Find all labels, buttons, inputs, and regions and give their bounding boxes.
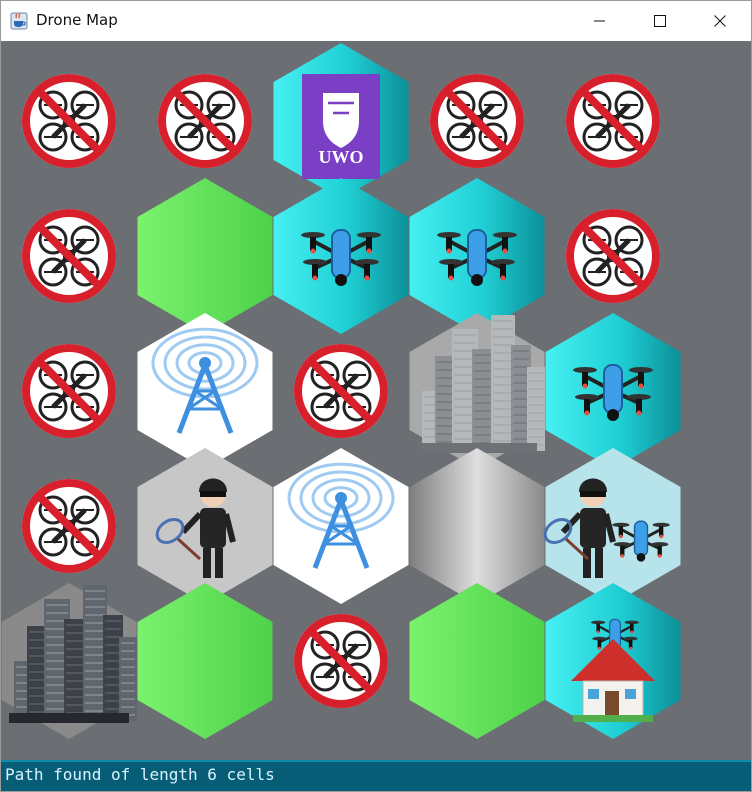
map-cell-no-fly — [294, 614, 388, 708]
close-icon — [714, 15, 726, 27]
map-cell-free-green — [137, 178, 273, 334]
map-cell-no-fly — [22, 479, 116, 573]
map-cell-no-fly — [430, 74, 524, 168]
minimize-icon — [594, 20, 605, 22]
map-cell-empty-gray — [409, 448, 545, 604]
map-cell-no-fly — [22, 209, 116, 303]
window-title: Drone Map — [36, 11, 118, 29]
hex-tile — [137, 583, 273, 739]
map-cell-no-fly — [22, 74, 116, 168]
map-cell-free-green — [409, 583, 545, 739]
map-cell-thief-drone — [543, 448, 681, 604]
drone-map-board: UWO — [1, 41, 751, 760]
map-cell-drone — [273, 178, 409, 334]
hex-map: UWO — [1, 43, 681, 739]
hex-tile — [409, 583, 545, 739]
minimize-button[interactable] — [577, 1, 623, 41]
map-cell-drone — [409, 178, 545, 334]
uwo-logo-icon: UWO — [302, 74, 380, 179]
uwo-label: UWO — [319, 147, 364, 167]
map-cell-no-fly — [566, 74, 660, 168]
drone-map-window: Drone Map UWO Path found of length 6 cel… — [0, 0, 752, 792]
status-bar: Path found of length 6 cells — [1, 760, 751, 791]
map-cell-tower — [137, 313, 273, 469]
map-cell-free-green — [137, 583, 273, 739]
map-cell-no-fly — [22, 344, 116, 438]
java-cup-icon — [10, 12, 28, 30]
map-cell-city-gray — [409, 313, 545, 469]
map-cell-tower — [273, 448, 409, 604]
hex-tile — [137, 178, 273, 334]
map-cell-no-fly — [158, 74, 252, 168]
map-cell-thief — [137, 448, 273, 604]
map-cell-drone-home — [545, 583, 681, 739]
map-cell-no-fly — [566, 209, 660, 303]
map-cell-drone — [545, 313, 681, 469]
hex-tile — [409, 448, 545, 604]
maximize-button[interactable] — [637, 1, 683, 41]
map-cell-no-fly — [294, 344, 388, 438]
maximize-icon — [654, 15, 666, 27]
map-cell-city-dark — [1, 583, 137, 739]
title-bar[interactable]: Drone Map — [1, 1, 751, 41]
map-cell-start-uwo: UWO — [273, 43, 409, 199]
close-button[interactable] — [697, 1, 743, 41]
path-status: Path found of length 6 cells — [5, 765, 275, 784]
